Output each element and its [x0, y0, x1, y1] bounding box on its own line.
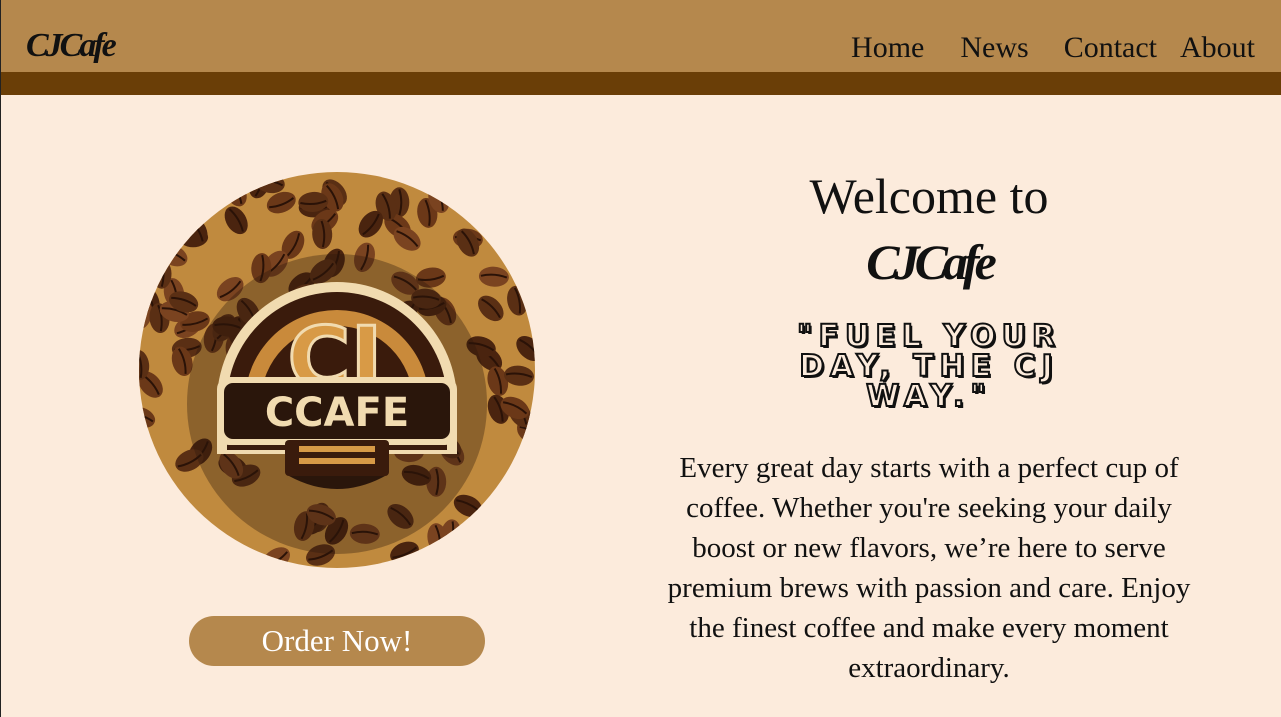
- coffee-bean: [143, 533, 174, 554]
- welcome-heading: Welcome to: [809, 168, 1049, 224]
- coffee-bean: [139, 468, 156, 499]
- coffee-bean: [158, 187, 186, 211]
- coffee-bean: [157, 526, 184, 552]
- logo-badge-text: CCAFE: [265, 390, 409, 436]
- coffee-bean: [484, 198, 507, 229]
- coffee-bean: [191, 172, 220, 185]
- coffee-bean: [508, 527, 535, 551]
- coffee-bean: [161, 172, 182, 196]
- nav-about[interactable]: About: [1180, 28, 1255, 68]
- brand-logo-text[interactable]: CJCafe: [26, 26, 117, 66]
- coffee-bean: [479, 532, 501, 562]
- cafe-logo-image: CJ CCAFE: [139, 172, 535, 568]
- coffee-bean: [159, 505, 181, 535]
- coffee-bean: [520, 495, 535, 521]
- welcome-brand: CJCafe: [866, 234, 997, 290]
- coffee-bean: [139, 456, 153, 487]
- tagline: "Fuel your day, the CJ way.": [796, 319, 1062, 414]
- coffee-bean: [175, 514, 198, 542]
- main-nav: Home News Contact About: [851, 28, 1255, 68]
- hero-description: Every great day starts with a perfect cu…: [667, 452, 1191, 684]
- nav-home[interactable]: Home: [851, 28, 924, 68]
- nav-news[interactable]: News: [960, 28, 1028, 68]
- coffee-bean: [241, 172, 262, 187]
- nav-contact[interactable]: Contact: [1064, 28, 1157, 68]
- order-now-button[interactable]: Order Now!: [189, 616, 485, 666]
- coffee-bean: [503, 475, 525, 505]
- header-stripe: [1, 72, 1281, 95]
